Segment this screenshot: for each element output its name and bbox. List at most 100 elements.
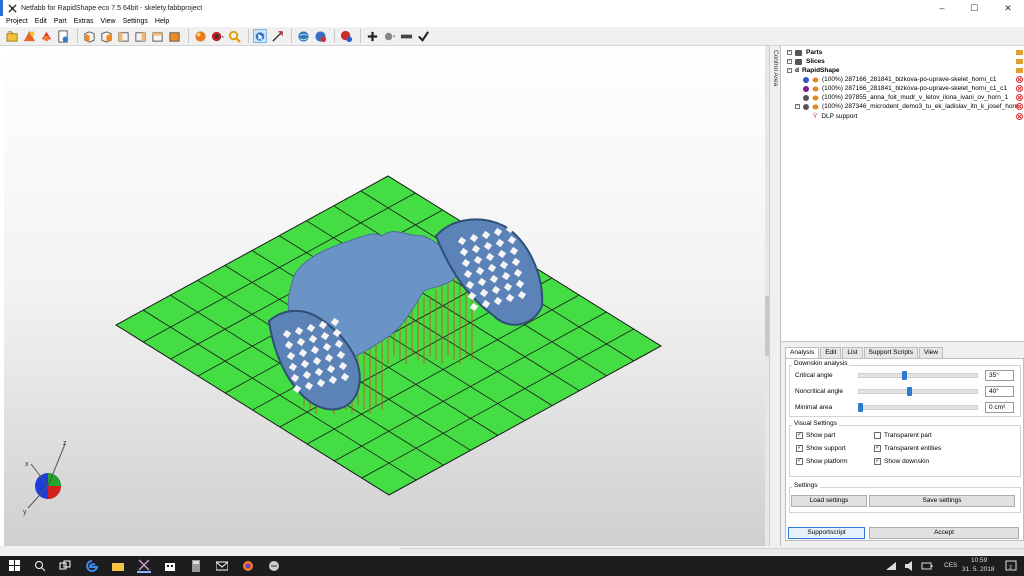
tab-analysis[interactable]: Analysis	[785, 347, 820, 358]
zoom-icon[interactable]	[227, 29, 241, 43]
folder-status-icon[interactable]	[1016, 58, 1023, 65]
control-area-tab[interactable]: Control Area	[769, 46, 780, 546]
camera-icon[interactable]	[210, 29, 224, 43]
globe-settings-icon[interactable]	[313, 29, 327, 43]
expand-icon[interactable]: -	[795, 104, 800, 109]
app-taskbar-icon[interactable]	[267, 559, 281, 573]
select-icon[interactable]	[253, 29, 267, 43]
noncritical-angle-slider[interactable]	[858, 389, 978, 394]
add-icon[interactable]	[365, 29, 379, 43]
3d-viewport[interactable]: z x y	[4, 46, 765, 546]
supportscript-button[interactable]: Supportscript	[788, 527, 865, 539]
transparent-part-checkbox[interactable]: Transparent part	[874, 432, 932, 439]
task-view-icon[interactable]	[58, 559, 72, 573]
store-icon[interactable]	[163, 559, 177, 573]
tool-dropdown-icon[interactable]	[382, 29, 396, 43]
remove-support-icon[interactable]	[1016, 113, 1023, 120]
show-part-checkbox[interactable]: ✓ Show part	[796, 432, 835, 439]
maximize-button[interactable]: ☐	[960, 0, 988, 16]
tree-part-item[interactable]: - (100%) 287346_microdent_demo3_tu_ek_la…	[795, 102, 1018, 111]
expand-icon[interactable]: -	[787, 59, 792, 64]
view-back-icon[interactable]	[99, 29, 113, 43]
volume-icon[interactable]	[903, 559, 917, 573]
close-window-button[interactable]: ✕	[994, 0, 1022, 16]
tab-view[interactable]: View	[918, 347, 943, 358]
repair-icon[interactable]	[39, 29, 53, 43]
toolbar-separator	[334, 29, 335, 43]
scene-canvas[interactable]: z x y	[4, 46, 765, 546]
file-explorer-icon[interactable]	[111, 559, 125, 573]
critical-angle-slider[interactable]	[858, 373, 978, 378]
check-icon[interactable]	[416, 29, 430, 43]
remove-part-icon[interactable]	[1016, 85, 1023, 92]
tab-support-scripts[interactable]: Support Scripts	[863, 347, 918, 358]
menu-part[interactable]: Part	[54, 18, 67, 25]
view-front-icon[interactable]	[82, 29, 96, 43]
folder-status-icon[interactable]	[1016, 67, 1023, 74]
view-right-icon[interactable]	[133, 29, 147, 43]
minimal-area-slider-knob[interactable]	[858, 403, 863, 412]
move-icon[interactable]	[270, 29, 284, 43]
tree-rapidshape-label: RapidShape	[801, 67, 840, 74]
netfabb-taskbar-icon[interactable]	[137, 559, 151, 573]
remove-part-icon[interactable]	[1016, 76, 1023, 83]
render-sphere-icon[interactable]	[193, 29, 207, 43]
clock-time[interactable]: 10:59	[971, 557, 987, 564]
accept-button[interactable]: Accept	[869, 527, 1019, 539]
transparent-entities-checkbox[interactable]: ✓ Transparent entities	[874, 445, 941, 452]
tree-rapidshape-node[interactable]: - d RapidShape	[787, 66, 840, 75]
minimal-area-slider[interactable]	[858, 405, 978, 410]
noncritical-angle-value[interactable]: 40°	[985, 386, 1014, 397]
minimal-area-value[interactable]: 0 cm²	[985, 402, 1014, 413]
tab-edit[interactable]: Edit	[820, 347, 842, 358]
start-windows-icon[interactable]	[8, 559, 22, 573]
view-left-icon[interactable]	[116, 29, 130, 43]
critical-angle-value[interactable]: 35°	[985, 370, 1014, 381]
edge-browser-icon[interactable]	[85, 559, 99, 573]
menu-extras[interactable]: Extras	[74, 18, 94, 25]
tree-slices-node[interactable]: - Slices	[787, 57, 825, 66]
network-icon[interactable]	[884, 559, 898, 573]
search-icon[interactable]	[33, 559, 47, 573]
menu-project[interactable]: Project	[6, 18, 28, 25]
tree-part-item[interactable]: (100%) 287166_281841_bizkova-po-uprave-s…	[803, 84, 1007, 93]
project-tree: - Parts - Slices - d RapidShape (100%) 2…	[781, 46, 1024, 342]
add-part-icon[interactable]	[22, 29, 36, 43]
show-downskin-checkbox[interactable]: ✓ Show downskin	[874, 458, 929, 465]
show-support-checkbox[interactable]: ✓ Show support	[796, 445, 846, 452]
show-platform-checkbox[interactable]: ✓ Show platform	[796, 458, 848, 465]
noncritical-angle-slider-knob[interactable]	[907, 387, 913, 396]
settings-page-icon[interactable]	[56, 29, 70, 43]
tree-part-item[interactable]: (100%) 297855_anna_foit_mudr_v_letov_ilo…	[803, 93, 1008, 102]
menu-help[interactable]: Help	[155, 18, 169, 25]
firefox-icon[interactable]	[241, 559, 255, 573]
input-language[interactable]: CES	[944, 562, 957, 569]
menu-view[interactable]: View	[101, 18, 116, 25]
save-settings-button[interactable]: Save settings	[869, 495, 1015, 507]
critical-angle-slider-knob[interactable]	[901, 371, 907, 380]
load-settings-button[interactable]: Load settings	[791, 495, 867, 507]
folder-status-icon[interactable]	[1016, 49, 1023, 56]
horizontal-scrollbar[interactable]	[400, 548, 1024, 555]
menu-edit[interactable]: Edit	[35, 18, 47, 25]
mail-icon[interactable]	[215, 559, 229, 573]
tree-part-item[interactable]: (100%) 287166_281841_bizkova-po-uprave-s…	[803, 75, 997, 84]
calculator-icon[interactable]	[189, 559, 203, 573]
remove-icon[interactable]	[399, 29, 413, 43]
remove-part-icon[interactable]	[1016, 103, 1023, 110]
expand-icon[interactable]: -	[787, 50, 792, 55]
tray-battery-icon[interactable]	[920, 559, 934, 573]
menu-settings[interactable]: Settings	[123, 18, 148, 25]
tree-parts-node[interactable]: - Parts	[787, 48, 822, 57]
view-top-icon[interactable]	[150, 29, 164, 43]
tree-support-item[interactable]: Ϋ DLP support	[813, 112, 857, 121]
tab-list[interactable]: List	[842, 347, 863, 358]
remove-part-icon[interactable]	[1016, 94, 1023, 101]
clock-date[interactable]: 31. 5. 2018	[962, 566, 995, 573]
support-icon[interactable]	[339, 29, 353, 43]
view-bottom-icon[interactable]	[167, 29, 181, 43]
open-project-icon[interactable]	[5, 29, 19, 43]
minimize-button[interactable]: –	[928, 0, 956, 16]
globe-icon[interactable]	[296, 29, 310, 43]
expand-icon[interactable]: -	[787, 68, 792, 73]
